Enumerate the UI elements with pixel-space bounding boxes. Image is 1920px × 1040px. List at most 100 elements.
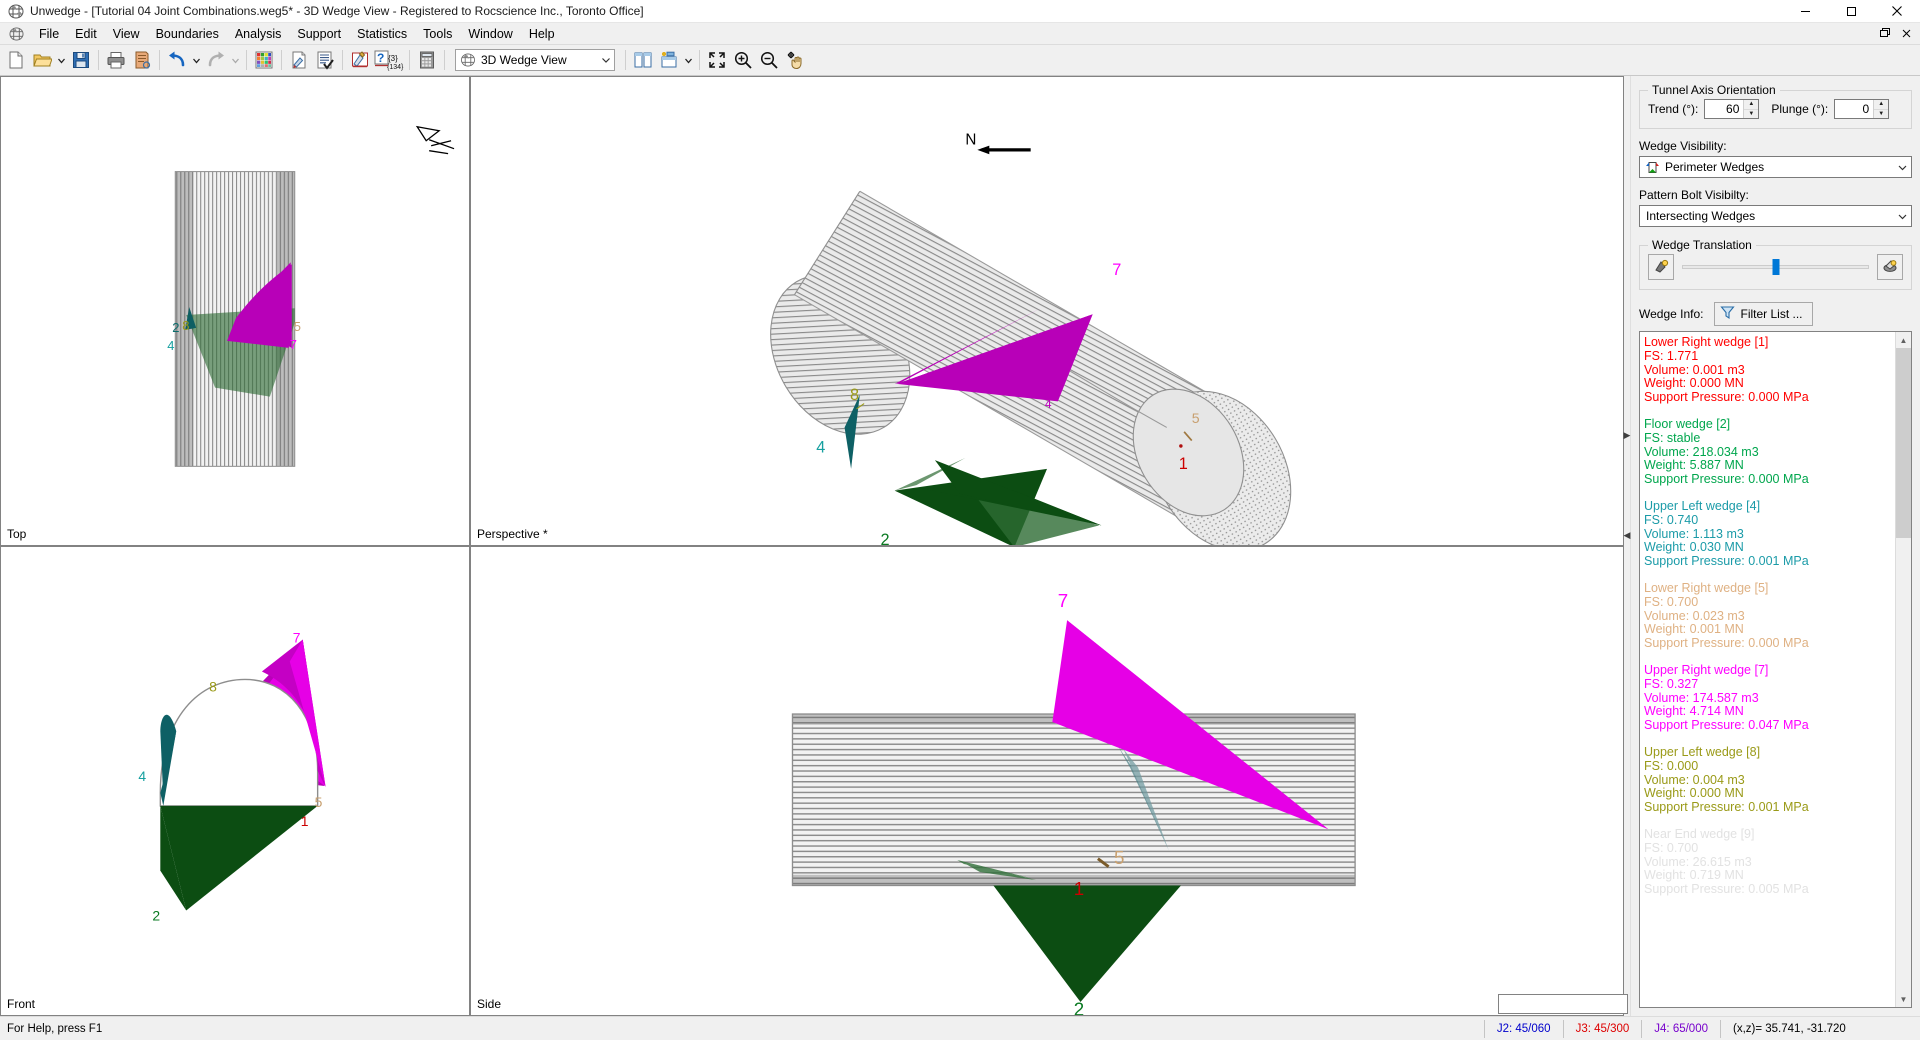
list-item[interactable]: Upper Left wedge [8] FS: 0.000 Volume: 0… <box>1644 745 1891 815</box>
menu-tools[interactable]: Tools <box>415 25 460 43</box>
wedge-volume: Volume: 218.034 m3 <box>1644 444 1759 459</box>
combinations-icon[interactable]: ? {3} {134} <box>373 47 405 73</box>
list-item[interactable]: Upper Right wedge [7] FS: 0.327 Volume: … <box>1644 662 1891 733</box>
filter-list-button[interactable]: Filter List ... <box>1713 302 1813 326</box>
list-item[interactable]: Floor wedge [2] FS: stable Volume: 218.0… <box>1644 417 1891 487</box>
wedge-volume: Volume: 0.004 m3 <box>1644 772 1745 787</box>
viewport-side-label: Side <box>477 997 502 1011</box>
svg-text:5: 5 <box>315 794 323 810</box>
panel-splitter[interactable]: ▶ ◀ <box>1624 76 1630 1016</box>
floppy-disk-icon[interactable] <box>68 47 94 73</box>
wedge-weight: Weight: 0.719 MN <box>1644 868 1744 883</box>
svg-text:8: 8 <box>209 678 217 694</box>
splitter-arrow-right-icon[interactable]: ▶ <box>1624 431 1631 440</box>
chevron-down-icon[interactable] <box>682 47 695 73</box>
chevron-down-icon[interactable] <box>597 55 614 65</box>
menu-statistics[interactable]: Statistics <box>349 25 415 43</box>
chevron-down-icon[interactable] <box>1893 162 1911 173</box>
zoom-out-icon[interactable] <box>756 47 782 73</box>
wedge-name: Near End wedge [9] <box>1644 826 1755 841</box>
printer-icon[interactable] <box>103 47 129 73</box>
mdi-restore-button[interactable] <box>1875 25 1895 42</box>
mdi-window-controls <box>1875 25 1920 42</box>
status-input-box[interactable] <box>1498 994 1628 1014</box>
trend-stepper[interactable]: ▲ ▼ <box>1704 99 1760 119</box>
close-button[interactable] <box>1874 0 1920 23</box>
perimeter-wedges-icon <box>1644 160 1660 174</box>
wedge-translation-slider[interactable] <box>1682 257 1869 277</box>
viewport-side-canvas[interactable]: 7 5 1 2 <box>471 547 1623 1015</box>
plunge-input[interactable] <box>1835 100 1874 118</box>
plunge-increment-button[interactable]: ▲ <box>1874 100 1889 110</box>
wedge-info-label: Wedge Info: <box>1639 307 1704 321</box>
zoom-in-icon[interactable] <box>730 47 756 73</box>
list-item[interactable]: Lower Right wedge [1] FS: 1.771 Volume: … <box>1644 335 1891 405</box>
joint-pen-icon[interactable] <box>347 47 373 73</box>
pattern-bolt-visibility-select[interactable]: Intersecting Wedges <box>1639 205 1912 227</box>
page-pen-icon[interactable] <box>286 47 312 73</box>
chevron-down-icon[interactable] <box>1893 211 1911 222</box>
new-document-icon[interactable] <box>3 47 29 73</box>
list-item[interactable]: Near End wedge [9] FS: 0.700 Volume: 26.… <box>1644 826 1891 897</box>
menu-help[interactable]: Help <box>521 25 563 43</box>
scroll-down-icon[interactable]: ▼ <box>1896 991 1911 1007</box>
scrollbar-thumb[interactable] <box>1896 348 1911 538</box>
list-item[interactable]: Lower Right wedge [5] FS: 0.700 Volume: … <box>1644 581 1891 651</box>
menu-support[interactable]: Support <box>289 25 349 43</box>
menu-edit[interactable]: Edit <box>67 25 105 43</box>
redo-arrow-icon[interactable] <box>203 47 229 73</box>
menu-boundaries[interactable]: Boundaries <box>148 25 227 43</box>
wedge-reset-icon[interactable] <box>1648 254 1674 280</box>
viewport-front[interactable]: 7 8 4 5 1 2 Front <box>0 546 470 1016</box>
menu-view[interactable]: View <box>105 25 148 43</box>
slider-thumb[interactable] <box>1772 259 1779 275</box>
main-toolbar: ? {3} {134} 3D Wedge View <box>0 45 1920 76</box>
wedge-visibility-select[interactable]: Perimeter Wedges <box>1639 156 1912 178</box>
pan-hand-icon[interactable] <box>782 47 808 73</box>
open-folder-icon[interactable] <box>29 47 55 73</box>
viewport-perspective-canvas[interactable]: N 7 4 4 8 2 5 1 <box>471 77 1623 545</box>
view-select[interactable]: 3D Wedge View <box>455 49 615 71</box>
toolbar-separator <box>444 50 445 70</box>
viewport-front-canvas[interactable]: 7 8 4 5 1 2 <box>1 547 469 1015</box>
plunge-stepper[interactable]: ▲ ▼ <box>1834 99 1890 119</box>
scrollbar-track[interactable] <box>1896 348 1911 991</box>
menu-bar: File Edit View Boundaries Analysis Suppo… <box>0 23 1920 45</box>
viewport-perspective[interactable]: N 7 4 4 8 2 5 1 Perspective * <box>470 76 1624 546</box>
status-help-text: For Help, press F1 <box>7 1022 103 1035</box>
wedge-scale-icon[interactable] <box>1877 254 1903 280</box>
viewport-top-canvas[interactable]: 2 4 8 5 7 <box>1 77 469 545</box>
menu-file[interactable]: File <box>31 25 67 43</box>
zoom-all-icon[interactable] <box>704 47 730 73</box>
minimize-button[interactable] <box>1782 0 1828 23</box>
wedge-info-list[interactable]: Lower Right wedge [1] FS: 1.771 Volume: … <box>1639 331 1912 1008</box>
chevron-down-icon[interactable] <box>229 47 242 73</box>
print-preview-icon[interactable] <box>129 47 155 73</box>
list-item[interactable]: Upper Left wedge [4] FS: 0.740 Volume: 1… <box>1644 499 1891 569</box>
mdi-close-button[interactable] <box>1896 25 1916 42</box>
viewport-side[interactable]: 7 5 1 2 Side <box>470 546 1624 1016</box>
wedge-name: Upper Right wedge [7] <box>1644 662 1769 677</box>
toolbar-separator <box>625 50 626 70</box>
list-check-icon[interactable] <box>312 47 338 73</box>
trend-input[interactable] <box>1705 100 1744 118</box>
undo-arrow-icon[interactable] <box>164 47 190 73</box>
maximize-button[interactable] <box>1828 0 1874 23</box>
chevron-down-icon[interactable] <box>190 47 203 73</box>
wedge-fs: FS: 0.327 <box>1644 676 1699 691</box>
chevron-down-icon[interactable] <box>55 47 68 73</box>
tile-windows-icon[interactable] <box>630 47 656 73</box>
add-view-icon[interactable] <box>656 47 682 73</box>
menu-window[interactable]: Window <box>460 25 520 43</box>
trend-increment-button[interactable]: ▲ <box>1744 100 1759 110</box>
color-grid-icon[interactable] <box>251 47 277 73</box>
calculator-icon[interactable] <box>414 47 440 73</box>
menu-analysis[interactable]: Analysis <box>227 25 290 43</box>
svg-text:7: 7 <box>290 337 297 352</box>
trend-decrement-button[interactable]: ▼ <box>1744 109 1759 118</box>
plunge-decrement-button[interactable]: ▼ <box>1874 109 1889 118</box>
splitter-arrow-left-icon[interactable]: ◀ <box>1624 531 1631 540</box>
wedge-list-scrollbar[interactable]: ▲ ▼ <box>1895 332 1911 1007</box>
viewport-top[interactable]: 2 4 8 5 7 Top <box>0 76 470 546</box>
scroll-up-icon[interactable]: ▲ <box>1896 332 1911 348</box>
